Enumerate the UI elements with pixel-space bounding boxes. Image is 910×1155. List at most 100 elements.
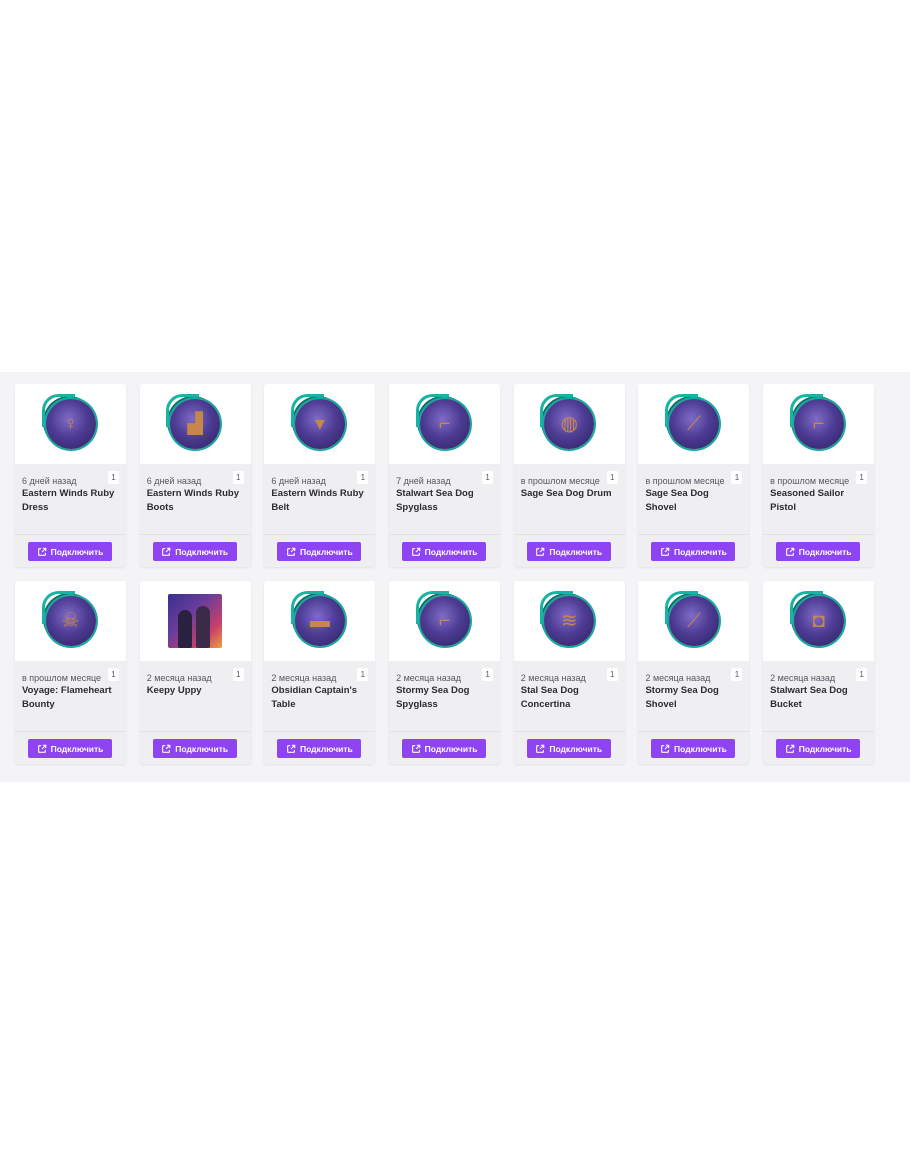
item-title: Eastern Winds Ruby Dress (22, 488, 115, 513)
item-card: ▾ 6 дней назад 1 Eastern Winds Ruby Belt… (264, 384, 376, 567)
item-card: ◍ в прошлом месяце 1 Sage Sea Dog Drum П… (513, 384, 625, 567)
connect-button-label: Подключить (798, 743, 852, 754)
external-link-icon (785, 744, 794, 753)
connect-button-label: Подключить (50, 546, 104, 557)
connect-button[interactable]: Подключить (402, 739, 487, 758)
item-title: Stormy Sea Dog Shovel (645, 685, 719, 710)
item-card: ◘ 2 месяца назад 1 Stalwart Sea Dog Buck… (763, 581, 875, 764)
items-grid: ♀ 6 дней назад 1 Eastern Winds Ruby Dres… (15, 384, 875, 764)
item-meta: 2 месяца назад 1 (514, 668, 625, 684)
bounty-icon: ☠ (41, 591, 96, 646)
item-time: в прошлом месяце (645, 476, 725, 486)
item-time: 7 дней назад (396, 476, 451, 486)
item-meta: в прошлом месяце 1 (638, 471, 749, 487)
spyglass-icon: ⌐ (415, 591, 470, 646)
item-title: Eastern Winds Ruby Boots (146, 488, 239, 513)
item-title: Stal Sea Dog Concertina (520, 685, 579, 710)
emblem-swoosh (290, 394, 324, 427)
external-link-icon (411, 547, 420, 556)
item-count-badge: 1 (108, 471, 119, 484)
connect-button-label: Подключить (424, 743, 478, 754)
connect-button[interactable]: Подключить (152, 739, 237, 758)
item-title: Sage Sea Dog Shovel (645, 488, 709, 513)
figure-shape (196, 606, 211, 648)
emblem-swoosh (166, 394, 200, 427)
item-thumbnail: ◘ (763, 581, 875, 661)
connect-button[interactable]: Подключить (651, 739, 736, 758)
item-meta: 2 месяца назад 1 (140, 668, 251, 684)
item-meta: в прошлом месяце 1 (514, 471, 625, 487)
connect-button[interactable]: Подключить (152, 542, 237, 561)
connect-button[interactable]: Подключить (526, 739, 611, 758)
item-title: Obsidian Captain's Table (271, 685, 358, 710)
item-meta: 2 месяца назад 1 (264, 668, 375, 684)
item-count-badge: 1 (731, 668, 743, 681)
external-link-icon (536, 744, 545, 753)
item-card: ☠ в прошлом месяце 1 Voyage: Flameheart … (15, 581, 126, 764)
item-count-badge: 1 (731, 471, 743, 484)
connect-button[interactable]: Подключить (402, 542, 487, 561)
emblem-swoosh (789, 591, 823, 624)
concertina-icon: ≋ (540, 591, 595, 646)
shovel-icon: ⟋ (664, 591, 719, 646)
connect-button-label: Подключить (299, 546, 353, 557)
item-thumbnail: ◍ (513, 384, 625, 464)
emblem-swoosh (415, 591, 449, 624)
item-time: 2 месяца назад (645, 673, 711, 683)
item-time: в прошлом месяце (770, 476, 850, 486)
connect-button[interactable]: Подключить (776, 739, 861, 758)
card-divider (638, 534, 750, 535)
item-title: Stalwart Sea Dog Spyglass (396, 488, 474, 513)
emblem-swoosh (664, 394, 698, 427)
emblem-swoosh (540, 591, 574, 624)
item-card: ♀ 6 дней назад 1 Eastern Winds Ruby Dres… (15, 384, 126, 567)
item-time: 2 месяца назад (271, 673, 337, 683)
item-card: ▬ 2 месяца назад 1 Obsidian Captain's Ta… (264, 581, 376, 764)
item-meta: в прошлом месяце 1 (15, 668, 126, 684)
connect-button[interactable]: Подключить (651, 542, 736, 561)
emblem-swoosh (41, 591, 75, 624)
external-link-icon (536, 547, 545, 556)
item-count-badge: 1 (232, 471, 244, 484)
external-link-icon (785, 547, 794, 556)
connect-button[interactable]: Подключить (776, 542, 861, 561)
connect-button[interactable]: Подключить (277, 739, 362, 758)
item-card: ⟋ в прошлом месяце 1 Sage Sea Dog Shovel… (638, 384, 750, 567)
item-thumbnail: ≋ (513, 581, 625, 661)
connect-button[interactable]: Подключить (526, 542, 611, 561)
external-link-icon (287, 547, 296, 556)
item-count-badge: 1 (606, 668, 618, 681)
item-time: в прошлом месяце (520, 476, 600, 486)
item-thumbnail: ♀ (15, 384, 126, 464)
item-meta: 2 месяца назад 1 (638, 668, 749, 684)
bucket-icon: ◘ (789, 591, 844, 646)
emblem-swoosh (789, 394, 823, 427)
item-thumbnail: ⌐ (763, 384, 875, 464)
card-divider (513, 731, 625, 732)
card-divider (389, 534, 501, 535)
connect-button-label: Подключить (549, 743, 603, 754)
item-time: 2 месяца назад (146, 673, 212, 683)
item-time: 6 дней назад (146, 476, 202, 486)
card-divider (139, 534, 251, 535)
item-title: Stalwart Sea Dog Bucket (770, 685, 848, 710)
card-divider (638, 731, 750, 732)
item-card: 2 месяца назад 1 Keepy Uppy Подключить (139, 581, 251, 764)
figure-shape (178, 610, 193, 648)
item-thumbnail: ▟ (139, 384, 251, 464)
item-count-badge: 1 (482, 668, 494, 681)
card-divider (513, 534, 625, 535)
connect-button[interactable]: Подключить (28, 542, 112, 561)
external-link-icon (37, 744, 46, 753)
shovel-icon: ⟋ (664, 394, 719, 449)
connect-button[interactable]: Подключить (28, 739, 112, 758)
connect-button-label: Подключить (674, 743, 727, 754)
item-time: 2 месяца назад (770, 673, 836, 683)
spyglass-icon: ⌐ (415, 394, 470, 449)
item-title: Seasoned Sailor Pistol (770, 488, 845, 513)
external-link-icon (37, 547, 46, 556)
connect-button-label: Подключить (798, 546, 852, 557)
connect-button[interactable]: Подключить (277, 542, 362, 561)
card-divider (389, 731, 501, 732)
item-thumbnail: ⟋ (638, 384, 750, 464)
